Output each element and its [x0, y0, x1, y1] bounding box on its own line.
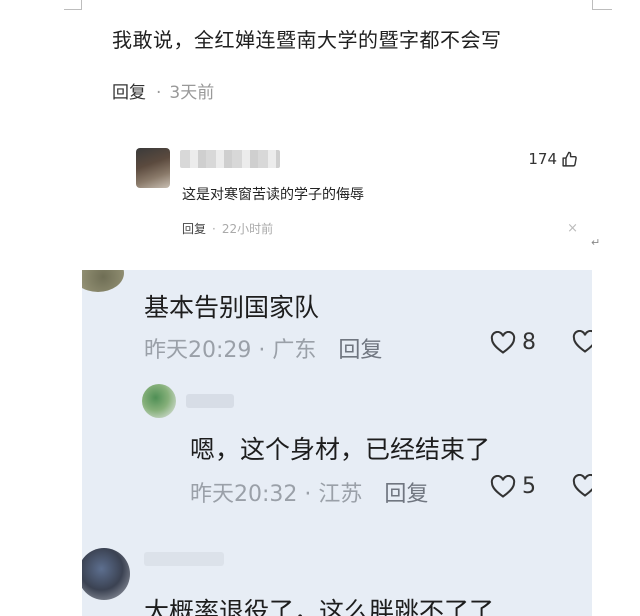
reply-text: 这是对寒窗苦读的学子的侮辱: [182, 187, 364, 203]
reply-button[interactable]: 回复: [112, 83, 146, 103]
blurred-username: [186, 394, 234, 408]
heart-icon[interactable]: [572, 474, 592, 498]
heart-icon[interactable]: [572, 330, 592, 354]
comment-meta: 回复 · 3天前: [112, 78, 214, 103]
reply-button[interactable]: 回复: [384, 482, 428, 507]
heart-icon: [490, 330, 516, 355]
comment-time-location: 昨天20:29 · 广东: [144, 338, 317, 363]
comment-card-2: 基本告别国家队 昨天20:29 · 广东 回复 8 嗯，这个身材，已经结束了 昨天…: [82, 270, 592, 616]
like-count: 174: [528, 150, 557, 168]
like-count: 5: [522, 474, 536, 499]
avatar[interactable]: [82, 270, 124, 292]
like-button[interactable]: 5: [490, 474, 536, 499]
close-icon[interactable]: ×: [567, 221, 578, 236]
comment-meta: 昨天20:29 · 广东 回复: [144, 332, 382, 364]
document-corner-right: [592, 0, 612, 10]
reply-button[interactable]: 回复: [182, 222, 206, 236]
blurred-username: [180, 150, 280, 168]
comment-text: 大概率退役了，这么胖跳不了了: [144, 597, 495, 616]
avatar[interactable]: [136, 148, 170, 188]
reply-text: 嗯，这个身材，已经结束了: [190, 435, 491, 464]
reply-meta: 回复 · 22小时前: [182, 220, 273, 237]
blurred-username: [144, 552, 224, 566]
like-count: 8: [522, 330, 536, 355]
comment-card-1: 我敢说，全红婵连暨南大学的暨字都不会写 回复 · 3天前 174 这是对寒窗苦读的学…: [82, 0, 592, 268]
reply-button[interactable]: 回复: [338, 338, 382, 363]
paragraph-mark: ↵: [591, 236, 601, 249]
thumbs-up-icon: [561, 151, 578, 168]
document-corner-left: [64, 0, 82, 10]
reply-time-location: 昨天20:32 · 江苏: [190, 482, 363, 507]
like-button[interactable]: 174: [528, 150, 578, 168]
like-button[interactable]: 8: [490, 330, 536, 355]
reply-meta: 昨天20:32 · 江苏 回复: [190, 476, 428, 508]
avatar[interactable]: [142, 384, 176, 418]
reply-time: 22小时前: [221, 222, 274, 236]
avatar[interactable]: [82, 548, 130, 600]
comment-text: 我敢说，全红婵连暨南大学的暨字都不会写: [112, 28, 502, 52]
separator-dot: ·: [212, 222, 216, 236]
heart-icon: [490, 474, 516, 499]
comment-time: 3天前: [169, 83, 215, 103]
separator-dot: ·: [156, 83, 162, 103]
comment-text: 基本告别国家队: [144, 293, 320, 322]
